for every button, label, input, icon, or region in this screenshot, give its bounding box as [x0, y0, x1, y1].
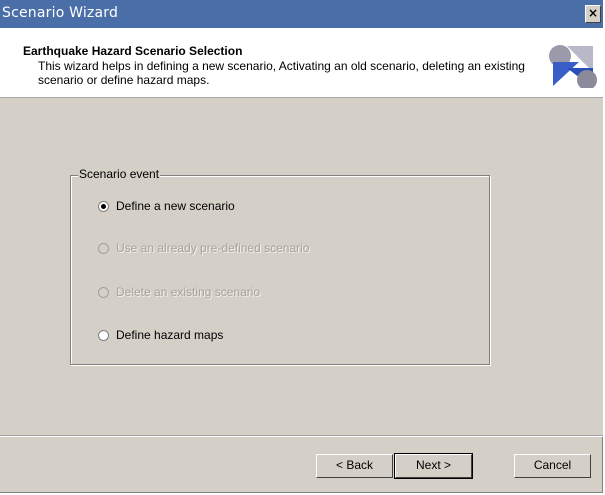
back-button[interactable]: < Back — [316, 454, 393, 478]
radio-label: Define hazard maps — [116, 328, 224, 342]
wizard-logo-icon — [549, 45, 597, 88]
radio-button-disabled — [98, 286, 109, 298]
radio-button-disabled — [98, 242, 109, 254]
radio-define-hazard-maps[interactable]: Define hazard maps — [98, 327, 223, 343]
radio-delete-existing-scenario: Delete an existing scenario — [98, 284, 260, 300]
close-icon: × — [587, 6, 599, 20]
wizard-header: Earthquake Hazard Scenario Selection Thi… — [0, 28, 603, 98]
close-button[interactable]: × — [585, 5, 601, 23]
next-button[interactable]: Next > — [394, 453, 473, 479]
radio-label: Define a new scenario — [116, 199, 235, 213]
radio-define-new-scenario[interactable]: Define a new scenario — [98, 198, 235, 214]
radio-label: Use an already pre-defined scenario — [116, 241, 310, 255]
cancel-button[interactable]: Cancel — [514, 454, 591, 478]
radio-label: Delete an existing scenario — [116, 285, 261, 299]
window-title: Scenario Wizard — [2, 5, 119, 21]
radio-dot-icon — [101, 203, 106, 209]
footer-separator — [0, 435, 603, 437]
radio-use-predefined-scenario: Use an already pre-defined scenario — [98, 240, 309, 256]
groupbox-legend: Scenario event — [78, 167, 161, 181]
scenario-wizard-dialog: Scenario Wizard × Earthquake Hazard Scen… — [0, 0, 603, 493]
page-description: This wizard helps in defining a new scen… — [38, 59, 525, 87]
radio-button-checked[interactable] — [98, 200, 109, 212]
radio-button[interactable] — [98, 329, 109, 341]
page-heading: Earthquake Hazard Scenario Selection — [23, 44, 243, 58]
title-bar[interactable]: Scenario Wizard × — [0, 0, 603, 28]
